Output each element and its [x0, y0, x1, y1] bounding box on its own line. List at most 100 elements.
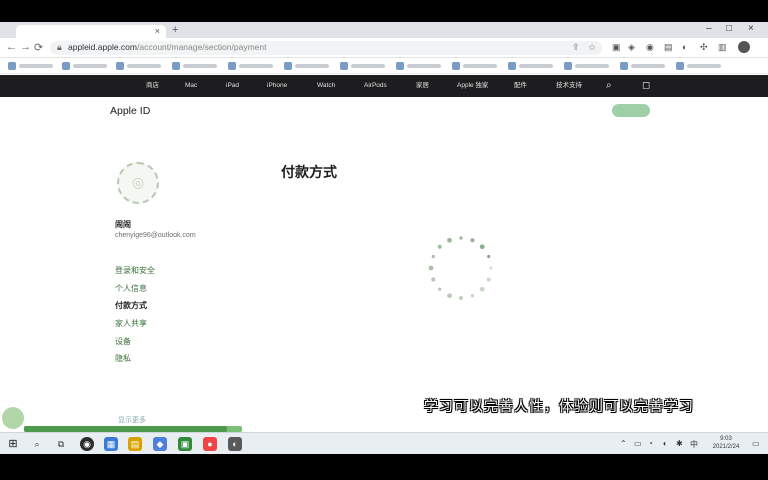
- back-button[interactable]: ←: [6, 41, 17, 53]
- header-action-button[interactable]: [612, 104, 650, 117]
- user-email: chenyige96@outlook.com: [115, 232, 196, 239]
- profile-avatar[interactable]: [738, 41, 750, 53]
- page-title: 付款方式: [281, 164, 337, 180]
- tab-close-icon[interactable]: ×: [155, 25, 160, 38]
- spinner-dot: [459, 236, 463, 240]
- extension-icon-4[interactable]: ▤: [664, 42, 673, 53]
- nav-iphone[interactable]: iPhone: [267, 75, 287, 97]
- nav-home[interactable]: 家居: [416, 75, 429, 97]
- reload-button[interactable]: ⟳: [34, 41, 43, 54]
- avatar-placeholder-icon: ◎: [131, 174, 145, 190]
- bookmark-item[interactable]: [284, 62, 330, 70]
- spinner-dot: [431, 254, 435, 259]
- shopping-bag-icon[interactable]: ◻: [642, 79, 650, 93]
- app-icon-3[interactable]: ◆: [153, 437, 167, 451]
- search-icon[interactable]: ⌕: [606, 79, 612, 93]
- spinner-dot: [459, 296, 463, 300]
- apple-id-header: Apple ID: [0, 97, 768, 130]
- bookmark-item[interactable]: [620, 62, 666, 70]
- bookmark-item[interactable]: [172, 62, 218, 70]
- tray-network-icon[interactable]: ▭: [634, 439, 642, 448]
- notification-icon[interactable]: ▭: [752, 439, 760, 448]
- address-bar[interactable]: 🔒︎ appleid.apple.com/account/manage/sect…: [50, 41, 602, 55]
- sidebar-item-devices[interactable]: 设备: [115, 336, 131, 347]
- video-subtitle: 学习可以完善人性，体验则可以完善学习: [424, 399, 694, 415]
- user-avatar[interactable]: ◎: [117, 162, 159, 204]
- app-icon-4[interactable]: ▣: [178, 437, 192, 451]
- share-icon[interactable]: ⇪: [572, 42, 580, 53]
- nav-ipad[interactable]: iPad: [226, 75, 239, 97]
- sidebar-item-personal-info[interactable]: 个人信息: [115, 283, 147, 294]
- app-icon-1[interactable]: ◉: [80, 437, 94, 451]
- spinner-dot: [487, 254, 491, 259]
- bookmark-item[interactable]: [508, 62, 554, 70]
- extension-icon-2[interactable]: ◈: [628, 42, 635, 53]
- extension-icon-3[interactable]: ◉: [646, 42, 654, 53]
- file-explorer-icon[interactable]: ▤: [128, 437, 142, 451]
- bookmark-item[interactable]: [452, 62, 498, 70]
- bookmark-item[interactable]: [396, 62, 442, 70]
- tray-wifi-icon[interactable]: ◔: [648, 439, 653, 448]
- app-icon-2[interactable]: ▦: [104, 437, 118, 451]
- bookmark-item[interactable]: [564, 62, 610, 70]
- tray-bluetooth-icon[interactable]: ✱: [676, 439, 683, 448]
- sidebar-item-privacy[interactable]: 隐私: [115, 353, 131, 364]
- user-name: 闹闹: [115, 220, 131, 229]
- close-window-button[interactable]: ×: [748, 23, 754, 34]
- apple-global-nav: 商店 Mac iPad iPhone Watch AirPods 家居 Appl…: [0, 75, 768, 97]
- spinner-dot: [431, 277, 436, 282]
- bookmark-item[interactable]: [340, 62, 386, 70]
- windows-start-icon[interactable]: ⊞: [6, 437, 20, 451]
- spinner-dot: [486, 277, 491, 282]
- footer-link[interactable]: 显示更多: [118, 415, 146, 425]
- tray-up-arrow-icon[interactable]: ⌃: [620, 439, 627, 448]
- spinner-dot: [479, 244, 485, 250]
- screen: × + – □ × ← → ⟳ 🔒︎ appleid.apple.com/acc…: [0, 22, 768, 454]
- floating-assistant-bubble[interactable]: [2, 407, 24, 429]
- bookmark-item[interactable]: [116, 62, 162, 70]
- search-taskbar-icon[interactable]: ⌕: [30, 437, 44, 451]
- sidebar-item-payment[interactable]: 付款方式: [115, 300, 147, 311]
- bookmark-item[interactable]: [8, 62, 54, 70]
- extension-icon-1[interactable]: ▣: [612, 42, 621, 53]
- nav-airpods[interactable]: AirPods: [364, 75, 387, 97]
- extension-icon-5[interactable]: ◐: [682, 42, 687, 52]
- spinner-dot: [479, 286, 485, 292]
- bookmark-item[interactable]: [676, 62, 722, 70]
- url-path: /account/manage/section/payment: [137, 42, 267, 52]
- loading-spinner: [428, 236, 493, 300]
- bookmark-item[interactable]: [228, 62, 274, 70]
- spinner-dot: [447, 237, 452, 243]
- app-icon-5[interactable]: ●: [203, 437, 217, 451]
- tray-volume-icon[interactable]: ◖: [662, 439, 667, 448]
- windows-taskbar: ⊞ ⌕ ⧉ ◉ ▦ ▤ ◆ ▣ ● ◐ ⌃ ▭ ◔ ◖ ✱ 中 9:03 202…: [0, 432, 768, 454]
- sidebar-item-family-sharing[interactable]: 家人共享: [115, 318, 147, 329]
- nav-store[interactable]: 商店: [146, 75, 159, 97]
- nav-accessories[interactable]: 配件: [514, 75, 527, 97]
- spinner-dot: [489, 266, 493, 270]
- browser-tab-strip: × + – □ ×: [0, 22, 768, 38]
- minimize-button[interactable]: –: [706, 23, 712, 34]
- url-text: appleid.apple.com/account/manage/section…: [68, 42, 266, 52]
- sidebar-item-sign-in-security[interactable]: 登录和安全: [115, 265, 155, 276]
- extensions-puzzle-icon[interactable]: ✣: [700, 42, 708, 53]
- bookmark-item[interactable]: [62, 62, 108, 70]
- nav-exclusive[interactable]: Apple 独家: [457, 75, 488, 97]
- nav-watch[interactable]: Watch: [317, 75, 335, 97]
- taskbar-clock[interactable]: 9:03 2021/2/24: [706, 435, 746, 451]
- apple-id-title: Apple ID: [110, 105, 151, 117]
- tray-ime-icon[interactable]: 中: [690, 439, 698, 450]
- forward-button[interactable]: →: [20, 41, 31, 53]
- nav-support[interactable]: 技术支持: [556, 75, 582, 97]
- new-tab-button[interactable]: +: [172, 24, 178, 36]
- spinner-dot: [470, 238, 475, 243]
- spinner-dot: [447, 293, 452, 299]
- url-host: appleid.apple.com: [68, 42, 137, 52]
- browser-tab[interactable]: ×: [16, 25, 166, 38]
- app-icon-6[interactable]: ◐: [228, 437, 242, 451]
- extension-icon-6[interactable]: ▥: [718, 42, 727, 53]
- task-view-icon[interactable]: ⧉: [54, 437, 68, 451]
- bookmark-star-icon[interactable]: ☆: [588, 42, 596, 53]
- maximize-button[interactable]: □: [726, 23, 732, 34]
- nav-mac[interactable]: Mac: [185, 75, 197, 97]
